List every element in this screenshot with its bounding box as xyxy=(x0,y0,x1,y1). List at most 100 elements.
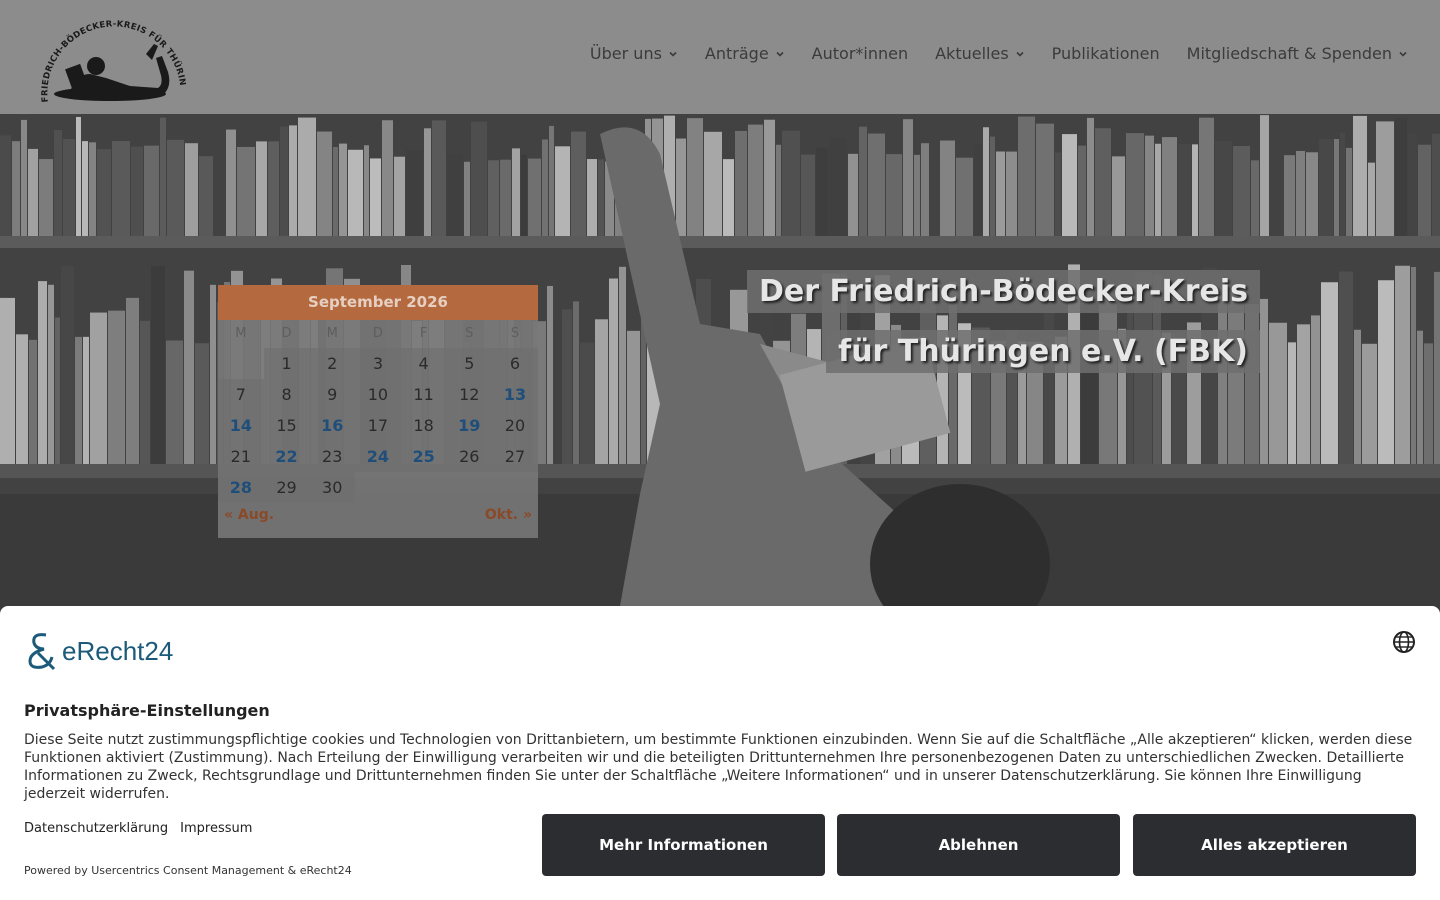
erecht24-logo: eRecht24 xyxy=(24,631,173,671)
calendar-prev-link[interactable]: « Aug. xyxy=(224,507,274,523)
book-spine xyxy=(748,124,763,236)
consent-links: Datenschutzerklärung Impressum xyxy=(24,821,252,836)
book-spine xyxy=(1284,155,1295,236)
book-spine xyxy=(1368,162,1375,236)
calendar-day: 8 xyxy=(263,379,310,410)
calendar-day: 29 xyxy=(263,472,310,503)
calendar-event-day[interactable]: 13 xyxy=(492,379,538,410)
calendar-day: 21 xyxy=(218,441,264,472)
calendar-event-day[interactable]: 14 xyxy=(218,410,264,441)
decline-button[interactable]: Ablehnen xyxy=(837,814,1120,876)
book-spine xyxy=(1395,118,1407,236)
more-info-button[interactable]: Mehr Informationen xyxy=(542,814,825,876)
book-spine xyxy=(1228,291,1244,464)
privacy-policy-link[interactable]: Datenschutzerklärung xyxy=(24,821,168,836)
calendar-day: 4 xyxy=(400,348,447,379)
book-spine xyxy=(723,159,734,236)
calendar-event-day[interactable]: 28 xyxy=(218,472,264,503)
book-spine xyxy=(735,130,747,236)
book-spine xyxy=(488,160,499,236)
nav-label: Publikationen xyxy=(1051,44,1160,63)
brand-name: eRecht24 xyxy=(62,635,174,666)
book-spine xyxy=(210,284,216,464)
book-spine xyxy=(1162,137,1177,236)
book-spine xyxy=(1145,135,1154,236)
language-globe-icon[interactable] xyxy=(1392,630,1416,654)
calendar-day: 26 xyxy=(446,441,493,472)
book-spine xyxy=(580,342,594,464)
book-spine xyxy=(75,336,82,464)
book-spine xyxy=(1270,136,1283,236)
book-spine xyxy=(394,156,405,236)
book-spine xyxy=(339,143,347,236)
calendar-day: 20 xyxy=(492,410,538,441)
book-spine xyxy=(500,159,511,236)
book-spine xyxy=(185,143,198,236)
calendar-month: September 2026 xyxy=(218,285,538,320)
calendar-day: 6 xyxy=(492,348,538,379)
nav-label: Autor*innen xyxy=(811,44,909,63)
imprint-link[interactable]: Impressum xyxy=(180,821,252,836)
calendar-day: 7 xyxy=(218,379,264,410)
calendar-event-day[interactable]: 16 xyxy=(309,410,356,441)
book-spine xyxy=(1018,116,1035,236)
nav-item-mitgliedschaft[interactable]: Mitgliedschaft & Spenden xyxy=(1187,44,1408,63)
book-spine xyxy=(214,158,225,236)
calendar-event-day[interactable]: 19 xyxy=(446,410,493,441)
book-spine xyxy=(1099,293,1117,464)
book-spine xyxy=(595,319,608,464)
book-spine xyxy=(333,147,338,236)
book-spine xyxy=(1260,115,1269,236)
book-spine xyxy=(1078,145,1086,236)
calendar-day: 12 xyxy=(446,379,493,410)
book-spine xyxy=(237,146,255,236)
nav-item-ueber-uns[interactable]: Über uns xyxy=(590,44,678,63)
book-spine xyxy=(199,156,213,236)
book-spine xyxy=(1006,151,1017,236)
calendar-footer: « Aug. Okt. » xyxy=(218,503,538,527)
book-spine xyxy=(1095,128,1111,236)
book-spine xyxy=(83,336,89,464)
calendar-weekday: D xyxy=(281,326,292,341)
nav-item-autorinnen[interactable]: Autor*innen xyxy=(812,44,908,63)
book-spine xyxy=(0,135,11,236)
book-spine xyxy=(298,117,316,236)
nav-item-aktuelles[interactable]: Aktuelles xyxy=(935,44,1025,63)
hero-banner: Der Friedrich-Bödecker-Kreis für Thüring… xyxy=(0,114,1440,606)
calendar-event-day[interactable]: 22 xyxy=(263,441,310,472)
book-spine xyxy=(1036,123,1054,236)
accept-all-button[interactable]: Alles akzeptieren xyxy=(1133,814,1416,876)
calendar-day: 30 xyxy=(309,472,356,503)
calendar-next-link[interactable]: Okt. » xyxy=(485,507,532,523)
book-spine xyxy=(1260,298,1268,464)
calendar-day: 5 xyxy=(446,348,493,379)
nav-label: Mitgliedschaft & Spenden xyxy=(1186,44,1392,63)
consent-description: Diese Seite nutzt zustimmungspflichtige … xyxy=(24,732,1413,802)
book-spine xyxy=(974,143,982,236)
book-spine xyxy=(432,120,446,236)
book-spine xyxy=(829,137,847,236)
calendar-day: 3 xyxy=(355,348,401,379)
book-spine xyxy=(151,266,165,464)
calendar-day: 9 xyxy=(309,379,356,410)
nav-item-antraege[interactable]: Anträge xyxy=(705,44,785,63)
book-spine xyxy=(1087,117,1094,236)
book-spine xyxy=(184,270,194,464)
book-spine xyxy=(512,148,520,236)
site-logo[interactable]: FRIEDRICH-BÖDECKER-KREIS FÜR THÜRINGEN E… xyxy=(36,7,187,106)
book-spine xyxy=(112,141,130,236)
book-spine xyxy=(28,148,38,236)
calendar-weekday: M xyxy=(326,326,338,341)
calendar-weekday: D xyxy=(372,326,383,341)
event-calendar: September 2026 MDMDFSS 1 2 3 4 5 6 7 8 9 10 11 12 13… xyxy=(218,285,538,538)
calendar-empty-cell xyxy=(218,348,264,379)
calendar-event-day[interactable]: 24 xyxy=(355,441,401,472)
nav-item-publikationen[interactable]: Publikationen xyxy=(1052,44,1160,63)
book-spine xyxy=(1339,271,1353,464)
book-spine xyxy=(1112,156,1125,236)
book-spine xyxy=(63,139,75,236)
book-spine xyxy=(609,278,618,464)
book-spine xyxy=(1055,152,1061,236)
book-spine xyxy=(1432,133,1440,236)
calendar-event-day[interactable]: 25 xyxy=(400,441,447,472)
